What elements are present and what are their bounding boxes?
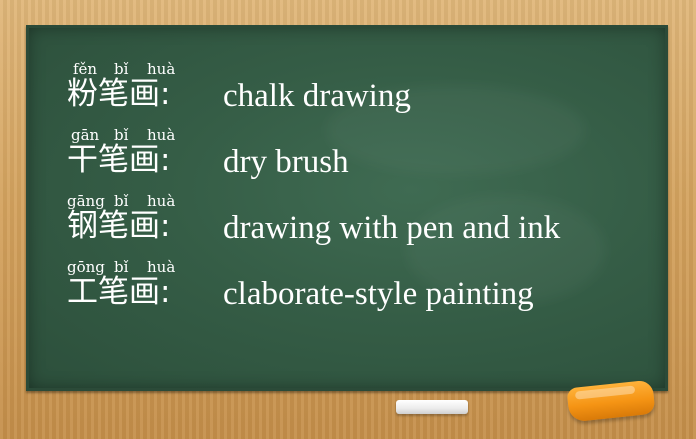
english-translation: claborate-style painting (223, 276, 534, 312)
english-translation: dry brush (223, 144, 349, 180)
white-chalk-stick (396, 400, 468, 414)
english-translation: drawing with pen and ink (223, 210, 561, 246)
chinese-term: 钢笔画: (67, 208, 171, 244)
chinese-term: 粉笔画: (67, 76, 171, 112)
chinese-term: 干笔画: (67, 142, 171, 178)
english-translation: chalk drawing (223, 78, 411, 114)
chinese-term: 工笔画: (67, 274, 171, 310)
